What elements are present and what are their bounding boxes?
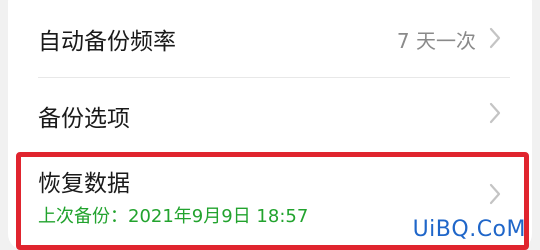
auto-backup-frequency-row[interactable]: 自动备份频率 7 天一次 [8,0,532,77]
settings-card: 自动备份频率 7 天一次 备份选项 恢复数据 上次备份：2021年9月9日 18… [8,0,532,250]
backup-options-row[interactable]: 备份选项 [8,78,532,150]
auto-backup-frequency-label: 自动备份频率 [38,29,176,55]
chevron-right-icon [489,27,501,49]
auto-backup-frequency-value: 7 天一次 [396,29,476,53]
chevron-right-icon [489,102,501,124]
chevron-right-icon [489,183,501,205]
backup-options-label: 备份选项 [38,106,130,132]
watermark-logo: UiBQ.CoM [412,217,526,242]
restore-data-label: 恢复数据 [38,171,130,197]
last-backup-time: 上次备份：2021年9月9日 18:57 [38,206,309,227]
